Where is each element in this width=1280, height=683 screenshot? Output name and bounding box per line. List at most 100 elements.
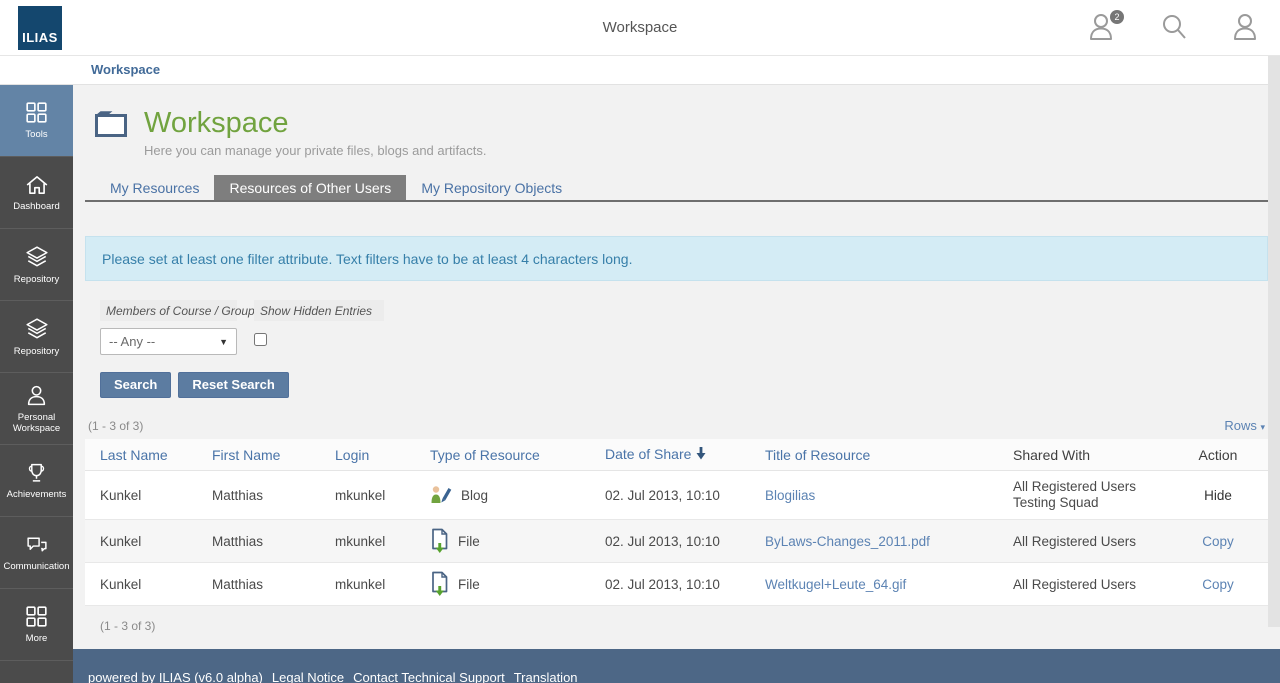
column-header-login[interactable]: Login xyxy=(320,439,415,471)
search-icon[interactable] xyxy=(1160,12,1190,44)
hidden-entries-filter-label: Show Hidden Entries xyxy=(254,300,384,321)
tab-my-repository-objects[interactable]: My Repository Objects xyxy=(406,175,577,200)
page-title: Workspace xyxy=(144,107,289,139)
sidebar-item-repository[interactable]: Repository xyxy=(0,229,73,301)
topbar: ILIAS Workspace 2 xyxy=(0,0,1280,56)
column-header-type-of-resource[interactable]: Type of Resource xyxy=(415,439,590,471)
tab-resources-of-other-users[interactable]: Resources of Other Users xyxy=(214,175,407,200)
home-icon xyxy=(26,175,47,194)
table-row: Kunkel Matthias mkunkel File 02. Jul 201… xyxy=(85,562,1268,606)
table-header-row: Last Name First Name Login Type of Resou… xyxy=(85,439,1268,471)
tab-bar: My Resources Resources of Other Users My… xyxy=(85,175,1268,202)
action-copy-link[interactable]: Copy xyxy=(1202,577,1234,592)
cell-last-name: Kunkel xyxy=(85,519,197,563)
footer-link-contact-support[interactable]: Contact Technical Support xyxy=(353,670,505,683)
result-range-bottom: (1 - 3 of 3) xyxy=(100,619,156,633)
table-row: Kunkel Matthias mkunkel File 02. Jul 201… xyxy=(85,519,1268,563)
folder-icon xyxy=(95,111,127,137)
sidebar: Tools Dashboard Repository Repository Pe… xyxy=(0,85,73,683)
grid-icon xyxy=(26,606,47,627)
sidebar-item-label: Personal Workspace xyxy=(12,411,61,434)
online-count-badge: 2 xyxy=(1110,10,1124,24)
cell-type-label: File xyxy=(458,533,480,549)
action-hide-link[interactable]: Hide xyxy=(1204,488,1232,503)
column-header-last-name[interactable]: Last Name xyxy=(85,439,197,471)
sidebar-item-label: Tools xyxy=(25,129,48,140)
cell-date-of-share: 02. Jul 2013, 10:10 xyxy=(590,562,750,606)
column-header-shared-with: Shared With xyxy=(998,439,1168,471)
sidebar-item-repository-2[interactable]: Repository xyxy=(0,301,73,373)
footer: powered by ILIAS (v6.0 alpha) Legal Noti… xyxy=(73,649,1280,683)
resource-title-link[interactable]: ByLaws-Changes_2011.pdf xyxy=(765,534,930,549)
chevron-down-icon: ▾ xyxy=(1260,422,1265,432)
cell-first-name: Matthias xyxy=(197,519,320,563)
cell-login: mkunkel xyxy=(320,470,415,520)
results-table-section: (1 - 3 of 3) Rows ▾ Last Name First Name… xyxy=(85,418,1268,633)
cell-last-name: Kunkel xyxy=(85,470,197,520)
sidebar-item-achievements[interactable]: Achievements xyxy=(0,445,73,517)
footer-link-legal-notice[interactable]: Legal Notice xyxy=(272,670,344,683)
sidebar-item-personal-workspace[interactable]: Personal Workspace xyxy=(0,373,73,445)
info-message: Please set at least one filter attribute… xyxy=(85,236,1268,281)
cell-type-label: Blog xyxy=(461,487,489,503)
course-group-select-value: -- Any -- xyxy=(109,334,156,349)
column-header-first-name[interactable]: First Name xyxy=(197,439,320,471)
table-row: Kunkel Matthias mkunkel Blog 02. Jul 201… xyxy=(85,470,1268,520)
footer-link-translation[interactable]: Translation xyxy=(514,670,578,683)
file-icon xyxy=(432,528,448,553)
shared-resources-table: Last Name First Name Login Type of Resou… xyxy=(85,439,1268,606)
sidebar-item-communication[interactable]: Communication xyxy=(0,517,73,589)
search-button[interactable]: Search xyxy=(100,372,172,398)
tab-my-resources[interactable]: My Resources xyxy=(95,175,214,200)
column-header-date-of-share[interactable]: Date of Share xyxy=(590,439,750,471)
cell-login: mkunkel xyxy=(320,562,415,606)
column-header-action: Action xyxy=(1168,439,1268,471)
breadcrumb-item-workspace[interactable]: Workspace xyxy=(91,62,160,77)
user-avatar-icon[interactable] xyxy=(1232,12,1262,44)
sidebar-item-dashboard[interactable]: Dashboard xyxy=(0,157,73,229)
cell-date-of-share: 02. Jul 2013, 10:10 xyxy=(590,519,750,563)
sidebar-item-label: Repository xyxy=(13,345,60,357)
cell-first-name: Matthias xyxy=(197,562,320,606)
page-header: Workspace Here you can manage your priva… xyxy=(95,108,1280,158)
layers-icon xyxy=(25,245,48,266)
sidebar-item-label: More xyxy=(25,633,48,644)
breadcrumb: Workspace xyxy=(0,56,1280,85)
sidebar-item-more[interactable]: More xyxy=(0,589,73,661)
resource-title-link[interactable]: Blogilias xyxy=(765,488,815,503)
sort-descending-icon xyxy=(696,447,706,463)
sidebar-item-label: Achievements xyxy=(6,489,67,500)
chevron-down-icon: ▼ xyxy=(219,336,228,347)
result-range-top: (1 - 3 of 3) xyxy=(88,418,144,433)
action-copy-link[interactable]: Copy xyxy=(1202,534,1234,549)
person-icon xyxy=(27,385,46,405)
powered-by-text: powered by ILIAS (v6.0 alpha) xyxy=(88,669,263,683)
cell-shared-with: All Registered Users xyxy=(998,519,1168,563)
reset-search-button[interactable]: Reset Search xyxy=(178,372,289,398)
file-icon xyxy=(432,571,448,596)
sidebar-item-label: Repository xyxy=(13,273,60,285)
main-content: Workspace Here you can manage your priva… xyxy=(73,85,1280,683)
blog-icon xyxy=(431,486,452,503)
cell-first-name: Matthias xyxy=(197,470,320,520)
sidebar-item-label: Communication xyxy=(3,560,70,572)
users-online-icon[interactable]: 2 xyxy=(1088,10,1124,44)
chat-icon xyxy=(26,536,47,551)
column-header-title-of-resource[interactable]: Title of Resource xyxy=(750,439,998,471)
layers-icon xyxy=(25,317,48,338)
course-group-select[interactable]: -- Any -- ▼ xyxy=(100,328,237,355)
hidden-entries-checkbox[interactable] xyxy=(254,333,267,346)
filter-panel: Members of Course / Group -- Any -- ▼ Sh… xyxy=(100,300,1268,398)
rows-per-page-selector[interactable]: Rows ▾ xyxy=(1224,418,1265,433)
cell-shared-with: All Registered Users xyxy=(998,562,1168,606)
page-description: Here you can manage your private files, … xyxy=(144,143,487,158)
resource-title-link[interactable]: Weltkugel+Leute_64.gif xyxy=(765,577,906,592)
scrollbar-track[interactable] xyxy=(1268,56,1280,627)
sidebar-item-tools[interactable]: Tools xyxy=(0,85,73,157)
sidebar-item-label: Dashboard xyxy=(13,200,60,212)
cell-last-name: Kunkel xyxy=(85,562,197,606)
course-group-filter-label: Members of Course / Group xyxy=(100,300,255,321)
cell-type-label: File xyxy=(458,576,480,592)
trophy-icon xyxy=(28,463,45,482)
cell-date-of-share: 02. Jul 2013, 10:10 xyxy=(590,470,750,520)
